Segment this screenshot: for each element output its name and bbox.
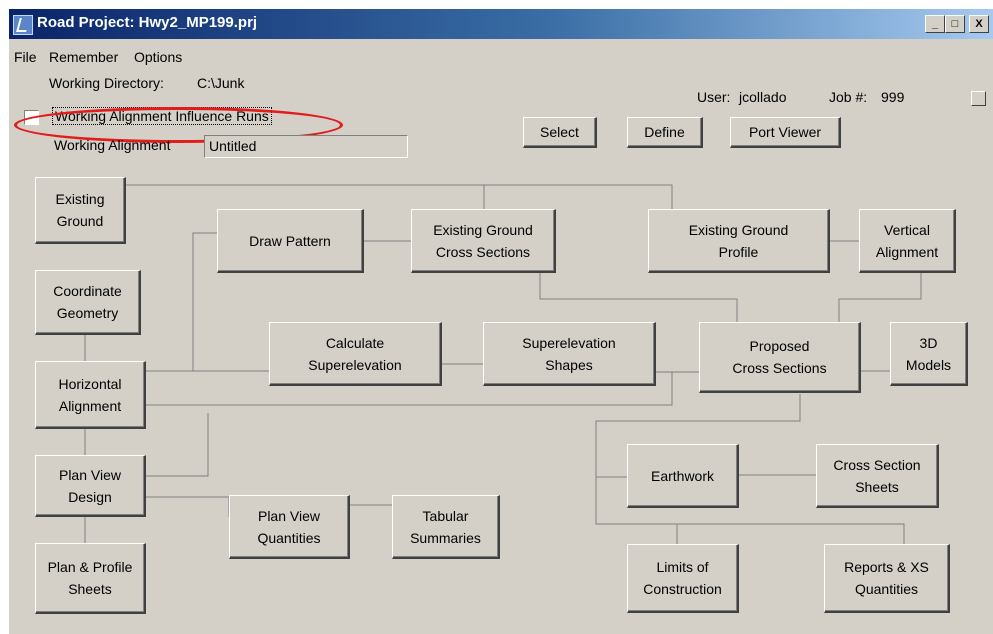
node-tabular-summaries[interactable]: Tabular Summaries [392,495,500,559]
node-proposed-cross-sections[interactable]: Proposed Cross Sections [699,322,861,393]
node-draw-pattern[interactable]: Draw Pattern [217,209,364,273]
node-coordinate-geometry[interactable]: Coordinate Geometry [35,270,141,335]
node-existing-ground[interactable]: Existing Ground [35,177,126,244]
node-horizontal-alignment[interactable]: Horizontal Alignment [35,361,146,429]
node-eg-profile[interactable]: Existing Ground Profile [648,209,830,273]
node-calculate-superelevation[interactable]: Calculate Superelevation [269,322,442,386]
node-vertical-alignment[interactable]: Vertical Alignment [859,209,956,273]
node-limits-of-construction[interactable]: Limits of Construction [627,544,739,613]
road-project-window: Road Project: Hwy2_MP199.prj _ □ X File … [8,8,993,634]
node-eg-cross-sections[interactable]: Existing Ground Cross Sections [411,209,556,273]
node-plan-view-quantities[interactable]: Plan View Quantities [229,495,350,559]
node-plan-view-design[interactable]: Plan View Design [35,455,146,517]
node-3d-models[interactable]: 3D Models [890,322,968,386]
node-earthwork[interactable]: Earthwork [627,444,739,508]
node-cross-section-sheets[interactable]: Cross Section Sheets [816,444,939,508]
node-reports-xs-quantities[interactable]: Reports & XS Quantities [824,544,950,613]
node-plan-profile-sheets[interactable]: Plan & Profile Sheets [35,543,146,614]
node-superelevation-shapes[interactable]: Superelevation Shapes [483,322,656,386]
